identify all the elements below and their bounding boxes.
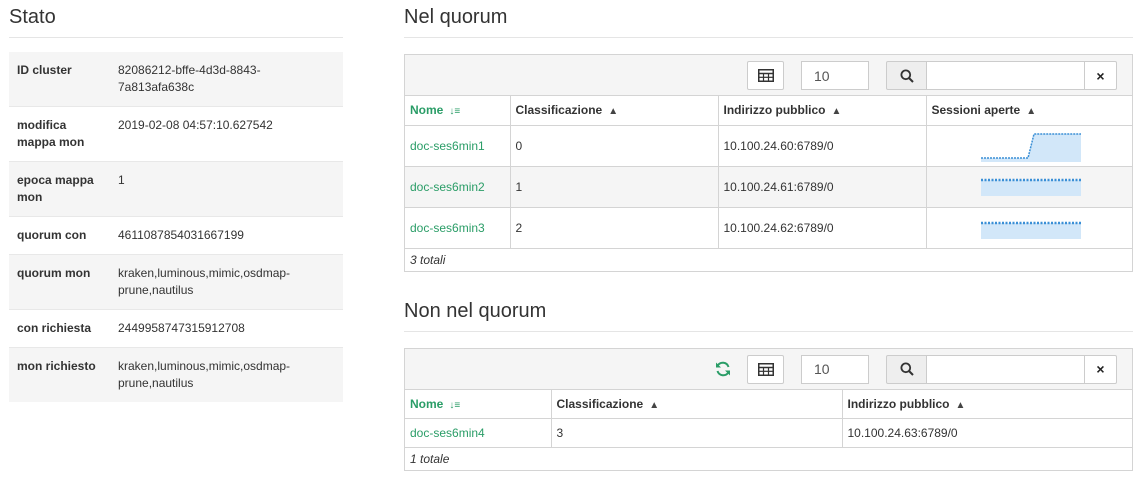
column-header-name[interactable]: Nome ↓≡ xyxy=(405,96,511,126)
rank-cell: 0 xyxy=(510,125,719,167)
status-key: epoca mappa mon xyxy=(9,161,110,217)
monitor-name-cell[interactable]: doc-ses6min1 xyxy=(405,125,511,167)
status-key: con richiesta xyxy=(9,309,110,348)
table-toolbar: 10 × xyxy=(405,348,1132,390)
rank-cell: 3 xyxy=(551,418,843,448)
sessions-cell xyxy=(926,207,1132,249)
close-icon: × xyxy=(1096,67,1105,84)
status-key: quorum con xyxy=(9,216,110,255)
table-row: doc-ses6min2 1 10.100.24.61:6789/0 xyxy=(405,166,1132,208)
table-icon xyxy=(757,69,774,82)
address-cell: 10.100.24.60:6789/0 xyxy=(718,125,927,167)
column-header-name[interactable]: Nome ↓≡ xyxy=(405,389,552,419)
status-row: quorum con 4611087854031667199 xyxy=(9,216,343,255)
status-row: modifica mappa mon 2019-02-08 04:57:10.62… xyxy=(9,106,343,162)
page-size-input[interactable]: 10 xyxy=(801,61,869,90)
column-header-rank[interactable]: Classificazione ▲︎ xyxy=(510,96,719,126)
address-cell: 10.100.24.61:6789/0 xyxy=(718,166,927,208)
status-row: con richiesta 2449958747315912708 xyxy=(9,309,343,348)
close-icon: × xyxy=(1096,361,1105,377)
table-row: doc-ses6min3 2 10.100.24.62:6789/0 xyxy=(405,207,1132,249)
rank-cell: 1 xyxy=(510,166,719,208)
status-value: kraken,luminous,mimic,osdmap-prune,nauti… xyxy=(110,254,343,310)
sort-asc-icon: ↓≡ xyxy=(449,106,461,118)
status-row: quorum mon kraken,luminous,mimic,osdmap-… xyxy=(9,254,343,310)
status-table: ID cluster 82086212-bffe-4d3d-8843- 7a813… xyxy=(9,52,343,402)
monitor-name-cell[interactable]: doc-ses6min4 xyxy=(405,418,552,448)
sessions-sparkline xyxy=(980,178,1081,196)
monitor-link[interactable]: doc-ses6min3 xyxy=(410,221,485,235)
status-key: modifica mappa mon xyxy=(9,106,110,162)
column-header-rank[interactable]: Classificazione ▲︎ xyxy=(551,389,843,419)
sort-icon: ▲︎ xyxy=(608,106,619,118)
refresh-button[interactable] xyxy=(715,361,731,380)
table-row: doc-ses6min1 0 10.100.24.60:6789/0 xyxy=(405,125,1132,167)
page-size-input[interactable]: 10 xyxy=(801,354,869,384)
search-input[interactable] xyxy=(927,354,1085,384)
monitor-name-cell[interactable]: doc-ses6min2 xyxy=(405,166,511,208)
address-cell: 10.100.24.63:6789/0 xyxy=(842,418,1132,448)
header-row: Nome ↓≡ Classificazione ▲︎ Indirizzo pubbl… xyxy=(405,389,1132,419)
column-header-sessions[interactable]: Sessioni aperte ▲︎ xyxy=(926,96,1132,126)
monitors-panel: Nel quorum 10 × Nome ↓≡ Classificazione … xyxy=(404,6,1133,471)
not-in-quorum-title: Non nel quorum xyxy=(404,300,1133,332)
in-quorum-table: 10 × Nome ↓≡ Classificazione ▲︎ Indirizzo … xyxy=(404,54,1133,272)
rank-cell: 2 xyxy=(510,207,719,249)
sort-icon: ▲︎ xyxy=(1026,106,1037,118)
status-key: quorum mon xyxy=(9,254,110,310)
status-row: epoca mappa mon 1 xyxy=(9,161,343,217)
table-footer-count: 3 totali xyxy=(405,248,1132,271)
status-panel: Stato ID cluster 82086212-bffe-4d3d-8843… xyxy=(9,6,343,402)
search-icon xyxy=(900,69,914,83)
search-input[interactable] xyxy=(927,61,1085,90)
column-toggle-button[interactable] xyxy=(747,354,784,384)
in-quorum-title: Nel quorum xyxy=(404,6,1133,38)
monitor-link[interactable]: doc-ses6min1 xyxy=(410,139,485,153)
header-row: Nome ↓≡ Classificazione ▲︎ Indirizzo pubbl… xyxy=(405,96,1132,126)
column-header-address[interactable]: Indirizzo pubblico ▲︎ xyxy=(842,389,1132,419)
status-value: 2449958747315912708 xyxy=(110,309,343,348)
table-footer-count: 1 totale xyxy=(405,448,1132,470)
status-title: Stato xyxy=(9,6,343,38)
column-header-address[interactable]: Indirizzo pubblico ▲︎ xyxy=(718,96,927,126)
not-in-quorum-table: 10 × Nome ↓≡ Classificazione ▲︎ Indirizzo … xyxy=(404,347,1133,471)
column-toggle-button[interactable] xyxy=(747,61,784,90)
sessions-sparkline xyxy=(980,132,1081,162)
address-cell: 10.100.24.62:6789/0 xyxy=(718,207,927,249)
clear-search-button[interactable]: × xyxy=(1085,354,1117,384)
sessions-sparkline xyxy=(980,221,1081,239)
status-value: kraken,luminous,mimic,osdmap-prune,nauti… xyxy=(110,347,343,402)
sort-icon: ▲︎ xyxy=(831,106,842,118)
sort-icon: ▲︎ xyxy=(649,399,660,411)
table-toolbar: 10 × xyxy=(405,55,1132,96)
status-key: mon richiesto xyxy=(9,347,110,402)
clear-search-button[interactable]: × xyxy=(1085,61,1117,90)
status-row: mon richiesto kraken,luminous,mimic,osdm… xyxy=(9,347,343,402)
search-addon xyxy=(886,354,927,384)
status-value: 2019-02-08 04:57:10.627542 xyxy=(110,106,343,162)
monitor-name-cell[interactable]: doc-ses6min3 xyxy=(405,207,511,249)
status-value: 4611087854031667199 xyxy=(110,216,343,255)
status-key: ID cluster xyxy=(9,52,110,107)
search-icon xyxy=(900,362,914,376)
sessions-cell xyxy=(926,166,1132,208)
table-icon xyxy=(757,362,774,376)
sort-asc-icon: ↓≡ xyxy=(449,399,461,411)
sessions-cell xyxy=(926,125,1132,167)
refresh-icon xyxy=(716,361,730,376)
monitor-link[interactable]: doc-ses6min4 xyxy=(410,426,485,440)
in-quorum-grid: Nome ↓≡ Classificazione ▲︎ Indirizzo pubbl… xyxy=(405,96,1132,249)
monitor-link[interactable]: doc-ses6min2 xyxy=(410,180,485,194)
status-value: 82086212-bffe-4d3d-8843- 7a813afa638c xyxy=(110,52,343,107)
table-row: doc-ses6min4 3 10.100.24.63:6789/0 xyxy=(405,418,1132,448)
not-in-quorum-grid: Nome ↓≡ Classificazione ▲︎ Indirizzo pubbl… xyxy=(405,389,1132,448)
status-value: 1 xyxy=(110,161,343,217)
sort-icon: ▲︎ xyxy=(955,399,966,411)
search-addon xyxy=(886,61,927,90)
status-row: ID cluster 82086212-bffe-4d3d-8843- 7a813… xyxy=(9,52,343,107)
